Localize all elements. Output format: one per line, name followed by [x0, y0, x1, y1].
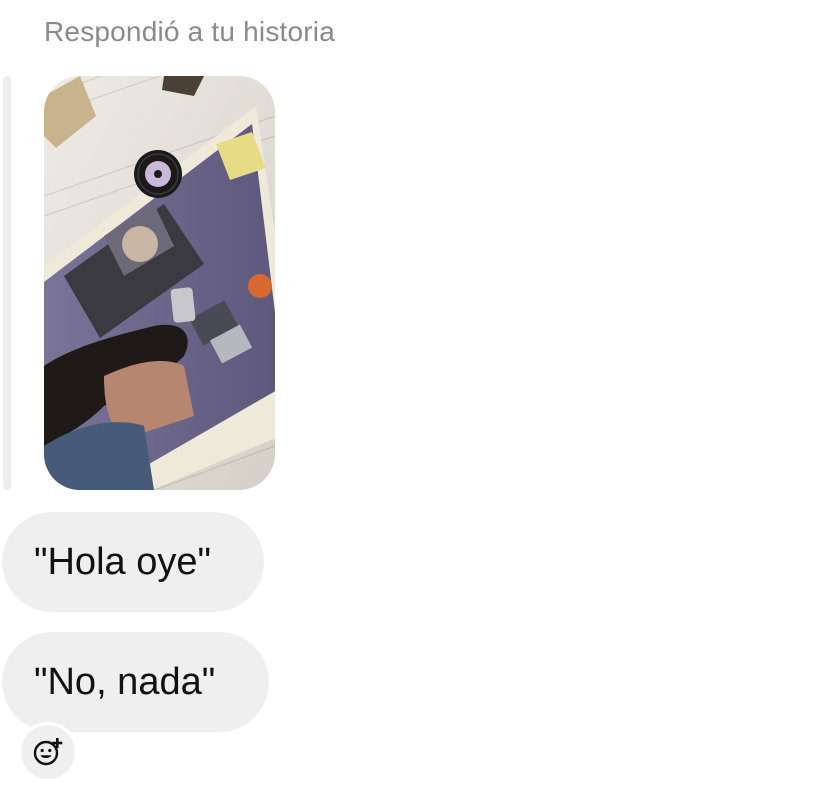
message-text: "Hola oye": [34, 540, 211, 583]
story-reply-caption: Respondió a tu historia: [44, 16, 335, 47]
add-reaction-button[interactable]: [18, 722, 78, 782]
story-quote-bar: [3, 76, 11, 490]
add-reaction-icon: [33, 737, 63, 766]
message-text: "No, nada": [34, 660, 216, 703]
story-photo: [44, 76, 275, 490]
story-thumbnail[interactable]: [44, 76, 275, 490]
message-bubble[interactable]: "Hola oye": [2, 512, 264, 612]
message-bubble[interactable]: "No, nada": [2, 632, 269, 732]
